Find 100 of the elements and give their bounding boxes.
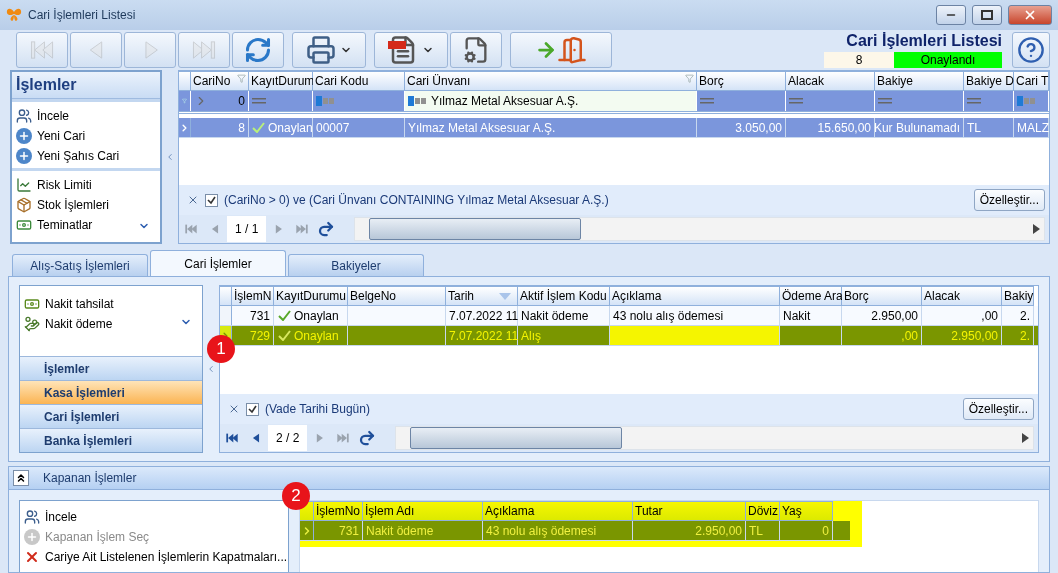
tab[interactable]: Cari İşlemler	[150, 250, 286, 276]
people-icon	[16, 108, 32, 124]
filter-icon	[685, 74, 694, 83]
column-header[interactable]: Ödeme Ara	[780, 286, 842, 306]
filter-cell[interactable]	[964, 91, 1014, 111]
text-filter-icon	[408, 96, 428, 106]
navigation-group[interactable]: Banka İşlemleri	[20, 428, 202, 452]
column-header[interactable]: Borç	[842, 286, 922, 306]
coins-icon	[24, 316, 40, 332]
action-item[interactable]: İncele	[20, 507, 288, 527]
action-label: Stok İşlemleri	[37, 198, 110, 212]
column-header[interactable]: Borç	[697, 71, 786, 91]
clear-filter-icon[interactable]	[187, 194, 199, 206]
navigation-group[interactable]: Kasa İşlemleri	[20, 380, 202, 404]
action-item[interactable]: İncele	[12, 106, 160, 126]
column-header[interactable]: Cari Ünvanı	[405, 71, 697, 91]
filter-cell[interactable]	[875, 91, 964, 111]
column-header[interactable]: BelgeNo	[348, 286, 446, 306]
action-item[interactable]: Yeni Şahıs Cari	[12, 146, 160, 166]
table-cell: TL	[964, 118, 1014, 137]
filter-cell[interactable]	[249, 91, 313, 111]
column-header[interactable]: Cari T	[1014, 71, 1049, 91]
action-item[interactable]: Cariye Ait Listelenen İşlemlerin Kapatmaları...	[20, 547, 288, 567]
refresh-icon	[358, 429, 377, 447]
clear-filter-icon[interactable]	[228, 403, 240, 415]
action-item[interactable]: Yeni Cari	[12, 126, 160, 146]
column-header[interactable]: KayıtDurumu	[274, 286, 348, 306]
exit-button[interactable]	[510, 32, 612, 68]
column-header[interactable]: KayıtDurum	[249, 71, 313, 91]
restore-icon	[981, 10, 993, 20]
pdf-button[interactable]	[374, 32, 448, 68]
filter-cell[interactable]: 0	[191, 91, 249, 111]
horizontal-scrollbar[interactable]	[354, 217, 1045, 241]
navigation-item[interactable]: Nakit tahsilat	[20, 294, 202, 314]
filter-cell[interactable]	[1014, 91, 1049, 111]
refresh-button[interactable]	[232, 32, 284, 68]
table-cell: 43 nolu alış ödemesi	[483, 521, 633, 540]
customize-button[interactable]: Özelleştir...	[962, 398, 1034, 420]
navigation-group[interactable]: Cari İşlemleri	[20, 404, 202, 428]
filter-cell[interactable]	[697, 91, 786, 111]
navigation-group[interactable]: İşlemler	[20, 356, 202, 380]
table-cell: ,00	[842, 326, 922, 345]
sort-descending-icon	[499, 293, 511, 300]
collapse-button[interactable]	[13, 470, 29, 486]
table-row[interactable]: 731 Onaylan 7.07.2022 11 Nakit ödeme 43 nolu alış ödemesi Nakit 2.950,00 ,00 2.	[220, 306, 1038, 326]
scroll-right-icon[interactable]	[1033, 224, 1040, 234]
text-filter-icon	[316, 96, 336, 106]
report-design-button[interactable]	[450, 32, 502, 68]
first-icon	[184, 222, 198, 236]
collapse-icon[interactable]	[165, 152, 175, 162]
table-cell: 15.650,00	[786, 118, 875, 137]
column-header[interactable]: CariNo	[191, 71, 249, 91]
check-icon	[252, 122, 265, 133]
action-label: Kapanan İşlem Seç	[45, 530, 150, 544]
column-header[interactable]: Yaş	[780, 501, 833, 521]
column-header[interactable]: Cari Kodu	[313, 71, 405, 91]
column-header[interactable]: Bakiye D	[964, 71, 1014, 91]
close-button[interactable]	[1008, 5, 1052, 25]
navigation-item[interactable]: Nakit ödeme	[20, 314, 202, 334]
filter-checkbox[interactable]	[205, 193, 218, 207]
column-header[interactable]: İşlem Adı	[363, 501, 483, 521]
column-header[interactable]: Alacak	[786, 71, 875, 91]
equals-icon	[252, 98, 266, 104]
table-cell: 2.950,00	[842, 306, 922, 325]
window-title: Cari İşlemleri Listesi	[28, 8, 137, 22]
table-cell: 00007	[313, 118, 405, 137]
column-header[interactable]: İşlemN	[232, 286, 274, 306]
horizontal-scrollbar[interactable]	[395, 426, 1034, 450]
customize-button[interactable]: Özelleştir...	[973, 189, 1045, 211]
collapse-icon[interactable]	[206, 364, 216, 374]
filter-checkbox[interactable]	[246, 402, 259, 416]
equals-icon	[700, 98, 714, 104]
action-item[interactable]: Teminatlar	[12, 215, 160, 235]
column-header[interactable]: Bakiy	[1002, 286, 1034, 306]
column-header[interactable]: Tarih	[446, 286, 518, 306]
tab[interactable]: Bakiyeler	[288, 254, 424, 276]
tab[interactable]: Alış-Satış İşlemleri	[12, 254, 148, 276]
table-cell: Nakit	[780, 306, 842, 325]
action-label: İncele	[37, 109, 70, 123]
column-header[interactable]: Aktif İşlem Kodu	[518, 286, 610, 306]
action-item[interactable]: Risk Limiti	[12, 175, 160, 195]
filter-cell[interactable]	[786, 91, 875, 111]
exit-door-icon	[535, 35, 587, 65]
print-button[interactable]	[292, 32, 366, 68]
column-header[interactable]: Bakiye	[875, 71, 964, 91]
column-header[interactable]: Tutar	[633, 501, 746, 521]
minimize-button[interactable]	[936, 5, 966, 25]
action-item[interactable]: Stok İşlemleri	[12, 195, 160, 215]
restore-button[interactable]	[972, 5, 1002, 25]
column-header[interactable]: Açıklama	[483, 501, 633, 521]
equals-icon	[878, 98, 892, 104]
filter-cell[interactable]: Yılmaz Metal Aksesuar A.Ş.	[405, 91, 697, 111]
help-button[interactable]	[1012, 32, 1050, 68]
column-header[interactable]: Açıklama	[610, 286, 780, 306]
column-header[interactable]: Döviz	[746, 501, 780, 521]
column-header[interactable]: İşlemNo	[314, 501, 363, 521]
scroll-right-icon[interactable]	[1022, 433, 1029, 443]
page-indicator: 1 / 1	[227, 216, 267, 242]
column-header[interactable]: Alacak	[922, 286, 1002, 306]
filter-cell[interactable]	[313, 91, 405, 111]
